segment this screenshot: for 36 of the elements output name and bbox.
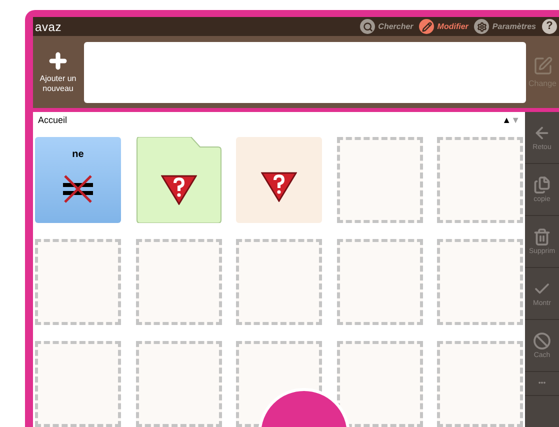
word-tile[interactable]: ne <box>35 137 121 223</box>
crossed-equals-icon <box>61 174 95 204</box>
sort-arrow[interactable]: ▼ <box>511 114 520 128</box>
question-triangle-icon <box>160 175 197 205</box>
breadcrumb[interactable]: Accueil <box>38 114 68 128</box>
empty-tile-slot[interactable] <box>336 341 423 427</box>
tile-label: ne <box>72 148 84 162</box>
sort-arrow[interactable]: ▲ <box>502 114 512 128</box>
empty-tile-slot[interactable] <box>35 239 121 325</box>
edit-square-icon <box>532 56 552 76</box>
no-entry-icon <box>533 332 551 350</box>
plus-icon <box>47 50 69 72</box>
pencil-icon <box>422 22 432 32</box>
settings-icon <box>476 22 487 32</box>
empty-tile-slot[interactable] <box>437 341 524 427</box>
question-triangle-icon <box>261 172 298 202</box>
blank-tile[interactable] <box>236 137 322 223</box>
toolbar-button[interactable]: Modifier <box>419 19 468 34</box>
folder-tile[interactable] <box>136 137 222 223</box>
message-field[interactable] <box>84 42 526 102</box>
empty-tile-slot[interactable] <box>236 239 322 325</box>
empty-tile-slot[interactable] <box>336 137 423 223</box>
empty-tile-slot[interactable] <box>35 341 121 427</box>
help-button[interactable]: ? <box>542 19 557 34</box>
toolbar-button[interactable]: Chercher <box>360 19 414 34</box>
app-logo: avaz <box>35 18 62 36</box>
empty-tile-slot[interactable] <box>437 239 524 325</box>
search-icon <box>362 22 373 32</box>
empty-tile-slot[interactable] <box>336 239 423 325</box>
files-icon <box>533 176 551 194</box>
toolbar-button[interactable]: Paramètres <box>474 19 536 34</box>
empty-tile-slot[interactable] <box>136 341 222 427</box>
add-new-button[interactable]: Ajouter un nouveau <box>33 50 83 94</box>
empty-tile-slot[interactable] <box>136 239 222 325</box>
empty-tile-slot[interactable] <box>437 137 524 223</box>
trash-icon <box>533 228 551 246</box>
